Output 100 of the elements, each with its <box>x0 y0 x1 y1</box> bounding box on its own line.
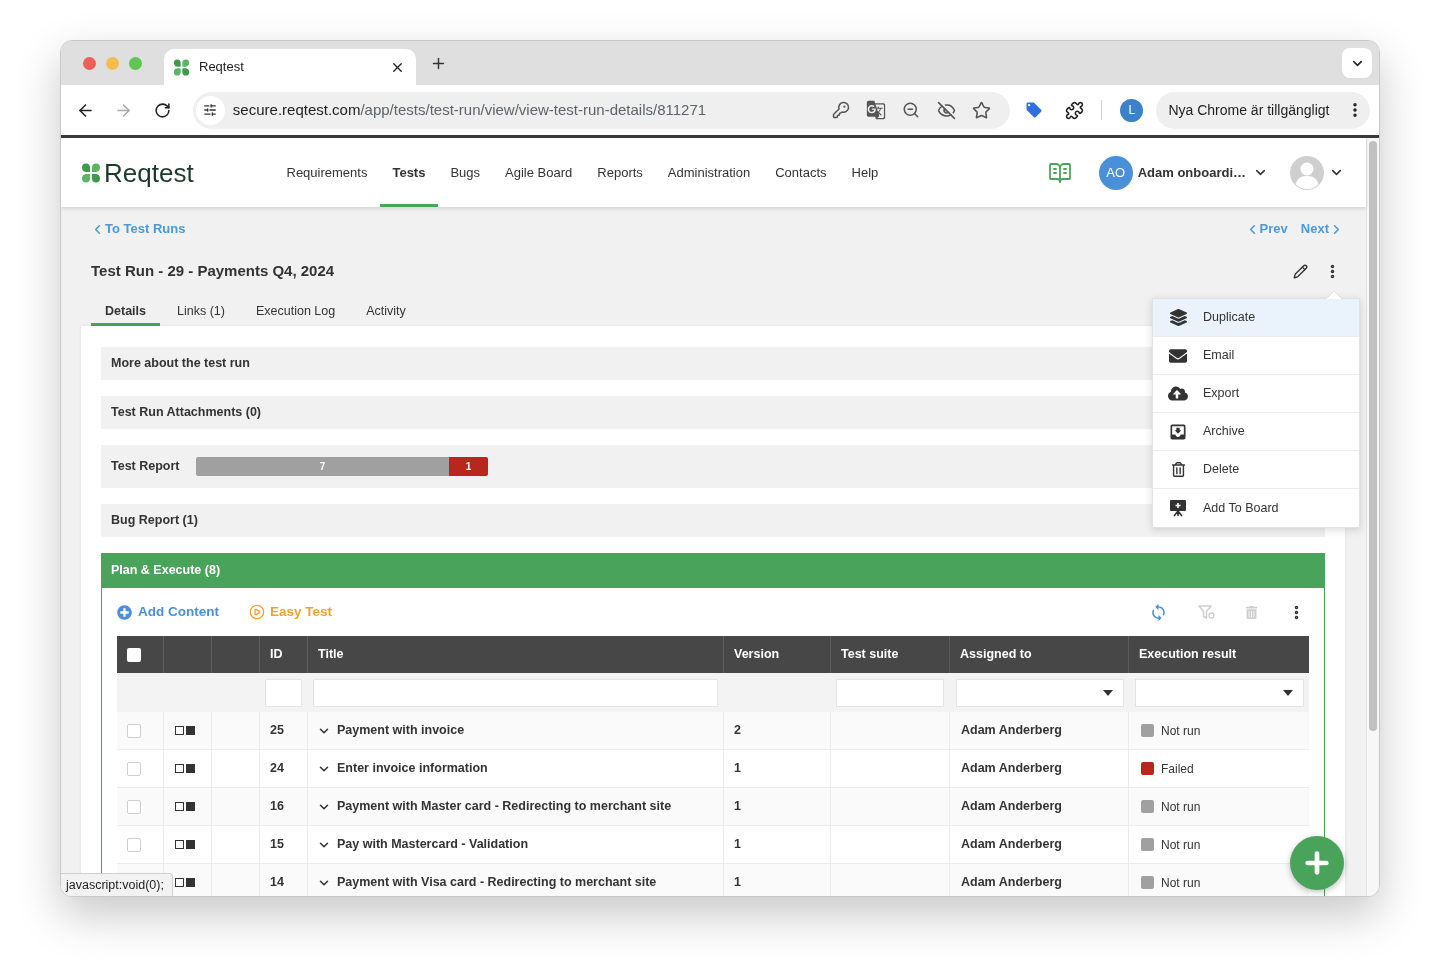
page-tab[interactable]: Execution Log <box>241 302 350 326</box>
row-checkbox[interactable] <box>127 837 141 852</box>
page-tab[interactable]: Activity <box>352 302 420 326</box>
test-result: Not run <box>1161 874 1201 892</box>
section-title[interactable]: Test Run Attachments (0) <box>111 403 261 422</box>
star-icon[interactable] <box>971 100 991 120</box>
column-header[interactable]: Execution result <box>1139 645 1237 664</box>
test-assignee: Adam Anderberg <box>961 836 1062 854</box>
test-id: 14 <box>270 874 284 892</box>
segment-count: 7 <box>319 460 326 474</box>
trash-icon <box>1170 462 1186 477</box>
caret-down-icon <box>1103 689 1113 696</box>
status-url-bubble: javascript:void(0); <box>61 873 173 896</box>
test-title[interactable]: Payment with invoice <box>337 721 465 740</box>
nav-link[interactable]: Reports <box>584 138 656 207</box>
url-text: secure.reqtest.com/app/tests/test-run/view/view-test-run-details/811271 <box>232 99 707 120</box>
test-title[interactable]: Payment with Visa card - Redirecting to merchant site <box>337 873 657 892</box>
menu-item[interactable]: Duplicate <box>1153 299 1359 337</box>
layers-icon <box>1169 309 1187 326</box>
test-assignee: Adam Anderberg <box>961 874 1062 892</box>
filter-input[interactable] <box>265 678 302 707</box>
column-header[interactable]: Assigned to <box>960 645 1032 664</box>
tag-icon[interactable] <box>1025 101 1044 119</box>
row-checkbox[interactable] <box>127 799 141 814</box>
tab-list-button[interactable] <box>1342 48 1372 78</box>
pencil-icon[interactable] <box>1293 263 1308 279</box>
test-result: Not run <box>1161 722 1201 740</box>
test-title[interactable]: Pay with Mastercard - Validation <box>337 835 529 854</box>
puzzle-icon[interactable] <box>1064 100 1084 120</box>
envelope-icon <box>1169 346 1187 365</box>
test-result: Failed <box>1161 760 1194 778</box>
nav-link[interactable]: Contacts <box>762 138 839 207</box>
caret-down-icon <box>1283 689 1293 696</box>
nav-link[interactable]: Bugs <box>437 138 493 207</box>
test-title[interactable]: Payment with Master card - Redirecting to merchant site <box>337 797 672 816</box>
row-checkbox[interactable] <box>127 723 141 738</box>
site-info-icon[interactable] <box>195 95 225 125</box>
key-icon[interactable] <box>832 101 850 119</box>
split-square-icon[interactable] <box>175 764 195 773</box>
test-id: 15 <box>270 836 284 854</box>
column-header[interactable]: Test suite <box>841 645 899 664</box>
nav-link[interactable]: Requirements <box>274 138 380 207</box>
test-version: 1 <box>734 874 741 892</box>
menu-item[interactable]: Delete <box>1153 451 1359 489</box>
logo-text[interactable]: Reqtest <box>104 159 194 186</box>
sync-icon[interactable] <box>1149 602 1168 622</box>
presentation-board-icon <box>1169 499 1187 517</box>
eye-off-icon[interactable] <box>936 100 956 120</box>
test-version: 1 <box>734 836 741 854</box>
translate-icon[interactable] <box>866 100 886 120</box>
nav-link[interactable]: Administration <box>655 138 763 207</box>
test-title[interactable]: Enter invoice information <box>337 759 488 778</box>
split-square-icon[interactable] <box>175 726 195 735</box>
test-assignee: Adam Anderberg <box>961 798 1062 816</box>
account-name[interactable]: Adam onboardi… <box>1137 162 1246 183</box>
row-checkbox[interactable] <box>127 761 141 776</box>
address-bar[interactable]: secure.reqtest.com/app/tests/test-run/view/view-test-run-details/811271 <box>192 91 1010 129</box>
scrollbar[interactable] <box>1366 138 1379 896</box>
test-version: 2 <box>734 722 741 740</box>
reload-icon[interactable] <box>154 101 172 119</box>
open-book-icon[interactable] <box>1047 160 1072 185</box>
menu-item[interactable]: Add To Board <box>1153 489 1359 527</box>
zoom-out-icon[interactable] <box>902 101 920 119</box>
section-title[interactable]: Bug Report (1) <box>111 511 198 530</box>
menu-item[interactable]: Email <box>1153 337 1359 375</box>
play-circle-icon <box>249 604 265 620</box>
filter-input[interactable] <box>313 678 718 707</box>
test-version: 1 <box>734 760 741 778</box>
scrollbar-thumb[interactable] <box>1369 141 1377 731</box>
menu-item[interactable]: Archive <box>1153 413 1359 451</box>
page-tab[interactable]: Links (1) <box>163 302 239 326</box>
logo-mark-icon <box>81 162 101 183</box>
menu-item[interactable]: Export <box>1153 375 1359 413</box>
page-title: Test Run - 29 - Payments Q4, 2024 <box>91 260 335 281</box>
filter-input[interactable] <box>836 678 944 707</box>
test-assignee: Adam Anderberg <box>961 760 1062 778</box>
tab-favicon-icon <box>173 58 190 76</box>
test-id: 16 <box>270 798 284 816</box>
nav-link[interactable]: Help <box>839 138 891 207</box>
select-all-checkbox[interactable] <box>127 647 141 662</box>
test-id: 24 <box>270 760 284 778</box>
browser-tab[interactable]: Reqtest <box>164 49 416 85</box>
report-title: Test Report <box>111 458 181 476</box>
update-chrome-button[interactable]: Nya Chrome är tillgängligt <box>1156 91 1371 129</box>
test-assignee: Adam Anderberg <box>961 722 1062 740</box>
split-square-icon[interactable] <box>175 802 195 811</box>
split-square-icon[interactable] <box>175 878 195 887</box>
test-id: 25 <box>270 722 284 740</box>
split-square-icon[interactable] <box>175 840 195 849</box>
section-title[interactable]: More about the test run <box>111 354 250 373</box>
test-result: Not run <box>1161 836 1201 854</box>
test-version: 1 <box>734 798 741 816</box>
column-header[interactable]: Version <box>734 645 780 664</box>
column-header[interactable]: ID <box>270 645 283 664</box>
test-result: Not run <box>1161 798 1201 816</box>
tab-title: Reqtest <box>199 58 244 77</box>
nav-link[interactable]: Agile Board <box>492 138 585 207</box>
column-header[interactable]: Title <box>318 645 344 664</box>
segment-count: 1 <box>465 460 472 474</box>
profile-avatar[interactable]: L <box>1120 98 1144 122</box>
